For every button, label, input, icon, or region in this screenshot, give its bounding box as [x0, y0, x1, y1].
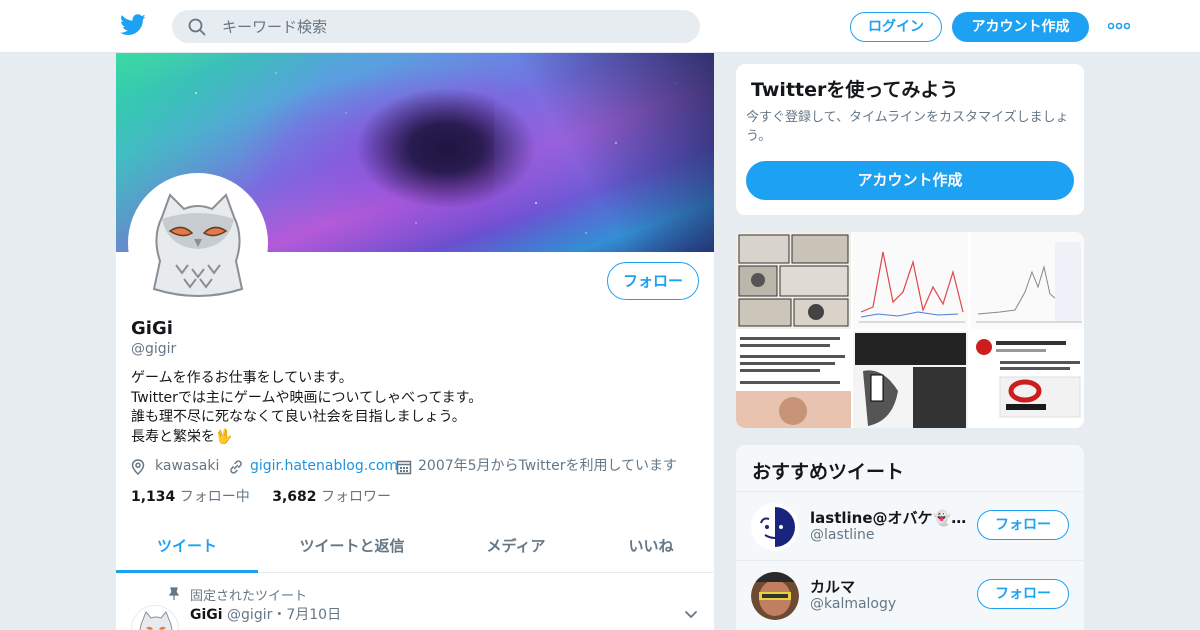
tab-tweets[interactable]: ツイート	[116, 523, 258, 573]
media-thumbnail[interactable]	[970, 331, 1084, 428]
recommended-account-name[interactable]: カルマ	[810, 576, 970, 597]
search-box[interactable]	[172, 10, 700, 43]
signup-button[interactable]: アカウント作成	[952, 12, 1089, 42]
following-count: 1,134	[131, 489, 176, 505]
profile-name: GiGi	[131, 318, 173, 339]
recommendations-title: おすすめツイート	[752, 461, 905, 483]
location: kawasaki	[131, 455, 219, 477]
manga-panel-image	[738, 234, 849, 327]
joined-date: 2007年5月からTwitterを利用しています	[396, 455, 677, 477]
twitter-bird-icon[interactable]	[120, 13, 146, 37]
tweet-separator: ・	[272, 607, 287, 623]
follow-button[interactable]: フォロー	[607, 262, 699, 300]
bio-line: 長寿と繁栄を🖖	[131, 428, 233, 445]
recommended-account-handle: @kalmalogy	[810, 596, 897, 612]
tweet-date[interactable]: 7月10日	[286, 607, 341, 623]
pinned-tweet-label: 固定されたツイート	[190, 589, 308, 604]
tweet-screenshot-image	[970, 331, 1084, 428]
top-nav: ログイン アカウント作成	[0, 0, 1200, 53]
tweet-text-cutoff	[190, 625, 690, 630]
search-input[interactable]	[222, 10, 682, 43]
more-options-icon[interactable]	[1108, 22, 1130, 30]
chevron-down-icon[interactable]	[684, 610, 698, 620]
tab-tweets-and-replies[interactable]: ツイートと返信	[278, 523, 426, 573]
following-label: フォロー中	[179, 489, 250, 505]
signup-card-button[interactable]: アカウント作成	[746, 161, 1074, 200]
follow-button[interactable]: フォロー	[977, 510, 1069, 540]
bio-line: 誰も理不尽に死ななくて良い社会を目指しましょう。	[131, 409, 466, 425]
following-stat[interactable]: 1,134 フォロー中	[131, 489, 250, 505]
tweet-author-name[interactable]: GiGi	[190, 607, 223, 623]
area-chart-image	[970, 232, 1084, 329]
location-text: kawasaki	[155, 458, 220, 474]
website-link[interactable]: gigir.hatenablog.com	[250, 458, 398, 474]
owl-avatar-icon	[132, 177, 264, 309]
media-thumbnail[interactable]	[853, 331, 968, 428]
line-chart-image	[853, 232, 968, 329]
recommended-account[interactable]: カルマ @kalmalogy フォロー	[736, 560, 1084, 629]
profile-tabs: ツイート ツイートと返信 メディア いいね	[116, 523, 714, 573]
login-button[interactable]: ログイン	[850, 12, 942, 42]
signup-card: Twitterを使ってみよう 今すぐ登録して、タイムラインをカスタマイズしましょ…	[735, 63, 1085, 216]
person-avatar-icon	[751, 572, 799, 620]
follow-button[interactable]: フォロー	[977, 579, 1069, 609]
media-thumbnail[interactable]	[853, 232, 968, 329]
owl-avatar-icon	[132, 606, 178, 630]
bio-line: Twitterでは主にゲームや映画についてしゃべってます。	[131, 389, 483, 406]
tweet-author-handle[interactable]: @gigir	[227, 607, 272, 623]
recommended-account-name[interactable]: lastline@オバケ👻フ...	[810, 507, 970, 528]
recommended-account-avatar[interactable]	[751, 503, 799, 551]
media-gallery	[735, 231, 1085, 429]
location-pin-icon	[131, 459, 145, 475]
link-icon	[230, 460, 242, 474]
followers-label: フォロワー	[320, 489, 391, 505]
tweet-author-avatar[interactable]	[131, 605, 179, 630]
recommended-account-handle: @lastline	[810, 527, 875, 543]
profile-meta: kawasaki gigir.hatenablog.com 2007年5月からT…	[131, 455, 701, 477]
manga-face-image	[853, 331, 968, 428]
bio-line: ゲームを作るお仕事をしています。	[131, 370, 353, 386]
calendar-icon	[396, 460, 412, 475]
profile-avatar[interactable]	[128, 173, 268, 313]
tweet-header: GiGi @gigir・7月10日	[190, 604, 341, 624]
media-thumbnail[interactable]	[736, 232, 851, 329]
media-thumbnail[interactable]	[970, 232, 1084, 329]
article-text-image	[736, 337, 851, 428]
profile-bio: ゲームを作るお仕事をしています。 Twitterでは主にゲームや映画についてしゃ…	[131, 369, 482, 447]
ghost-avatar-icon	[751, 503, 799, 551]
profile-stats: 1,134 フォロー中 3,682 フォロワー	[131, 486, 391, 506]
profile-column: フォロー GiGi @gigir ゲームを作るお仕事をしています。 Twitte…	[116, 53, 714, 630]
pin-icon	[168, 587, 180, 600]
followers-stat[interactable]: 3,682 フォロワー	[272, 489, 391, 505]
tab-likes[interactable]: いいね	[606, 523, 696, 573]
website[interactable]: gigir.hatenablog.com	[228, 455, 398, 477]
search-icon	[188, 18, 206, 36]
recommended-tweets: おすすめツイート lastline@オバケ👻フ... @lastline フォロ…	[735, 444, 1085, 630]
profile-handle: @gigir	[131, 341, 177, 357]
joined-text: 2007年5月からTwitterを利用しています	[418, 458, 678, 474]
followers-count: 3,682	[272, 489, 317, 505]
tab-media[interactable]: メディア	[456, 523, 576, 573]
media-thumbnail[interactable]	[736, 331, 851, 428]
signup-card-description: 今すぐ登録して、タイムラインをカスタマイズしましょう。	[746, 110, 1069, 144]
recommended-account[interactable]: lastline@オバケ👻フ... @lastline フォロー	[736, 491, 1084, 560]
recommended-account-avatar[interactable]	[751, 572, 799, 620]
signup-card-title: Twitterを使ってみよう	[751, 79, 959, 101]
